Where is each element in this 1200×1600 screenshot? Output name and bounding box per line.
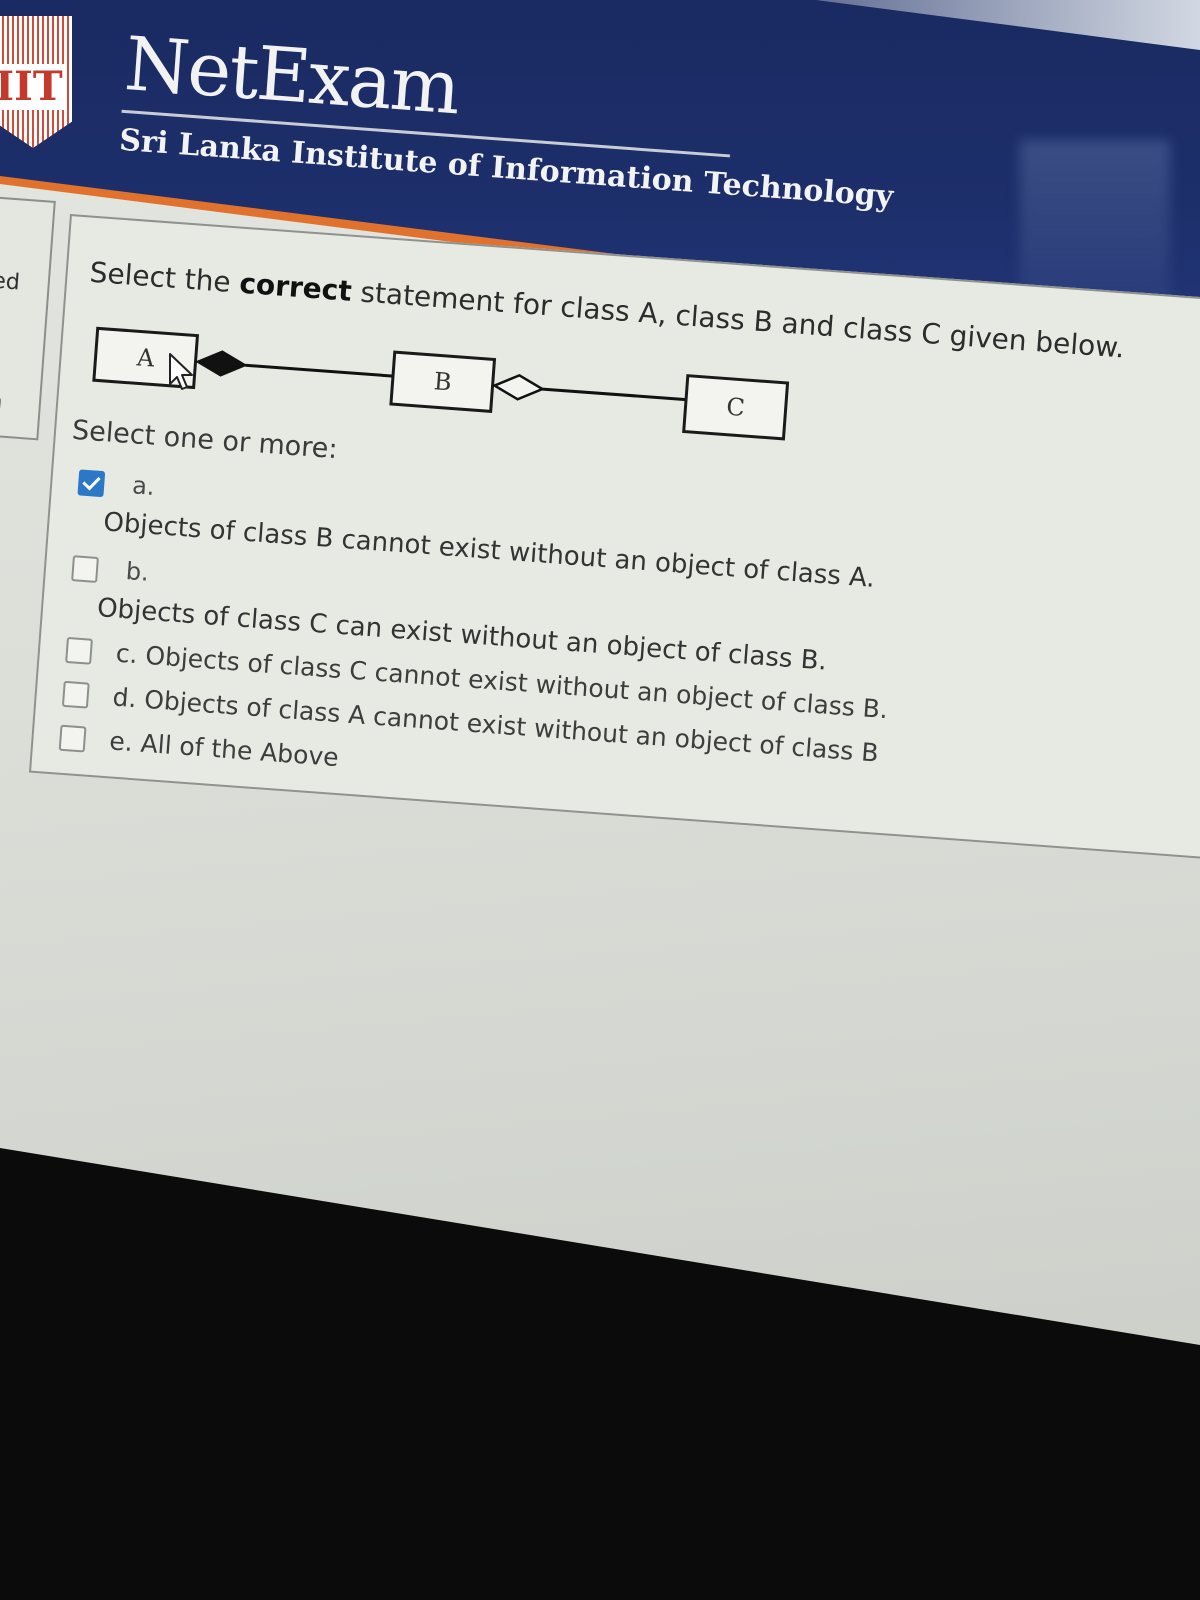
option-b-letter: b.: [124, 557, 150, 587]
status-label: red: [0, 267, 21, 296]
class-c-label: C: [725, 393, 745, 422]
flag-question-link[interactable]: on: [0, 388, 3, 415]
option-a-checkbox[interactable]: [77, 469, 106, 498]
option-e-text[interactable]: e. All of the Above: [108, 726, 339, 772]
composition-diamond: [195, 350, 248, 377]
logo-text: IIT: [0, 64, 64, 110]
class-a-label: A: [135, 343, 156, 372]
mouse-pointer-icon: [169, 353, 193, 390]
option-a-text[interactable]: Objects of class B cannot exist without …: [102, 507, 875, 594]
option-a-letter: a.: [131, 471, 156, 501]
option-b-checkbox[interactable]: [71, 555, 99, 583]
aggregation-line: [542, 387, 687, 402]
option-d-checkbox[interactable]: [61, 680, 90, 709]
option-e-checkbox[interactable]: [58, 724, 87, 753]
institution-logo[interactable]: IIT: [0, 16, 72, 148]
class-b-label: B: [433, 367, 453, 396]
question-card: Select the correct statement for class A…: [28, 214, 1200, 860]
uml-class-diagram: A B C: [92, 326, 790, 441]
option-c-checkbox[interactable]: [65, 636, 93, 665]
composition-line: [245, 363, 394, 378]
question-emphasis: correct: [238, 266, 353, 308]
aggregation-diamond: [491, 373, 546, 401]
